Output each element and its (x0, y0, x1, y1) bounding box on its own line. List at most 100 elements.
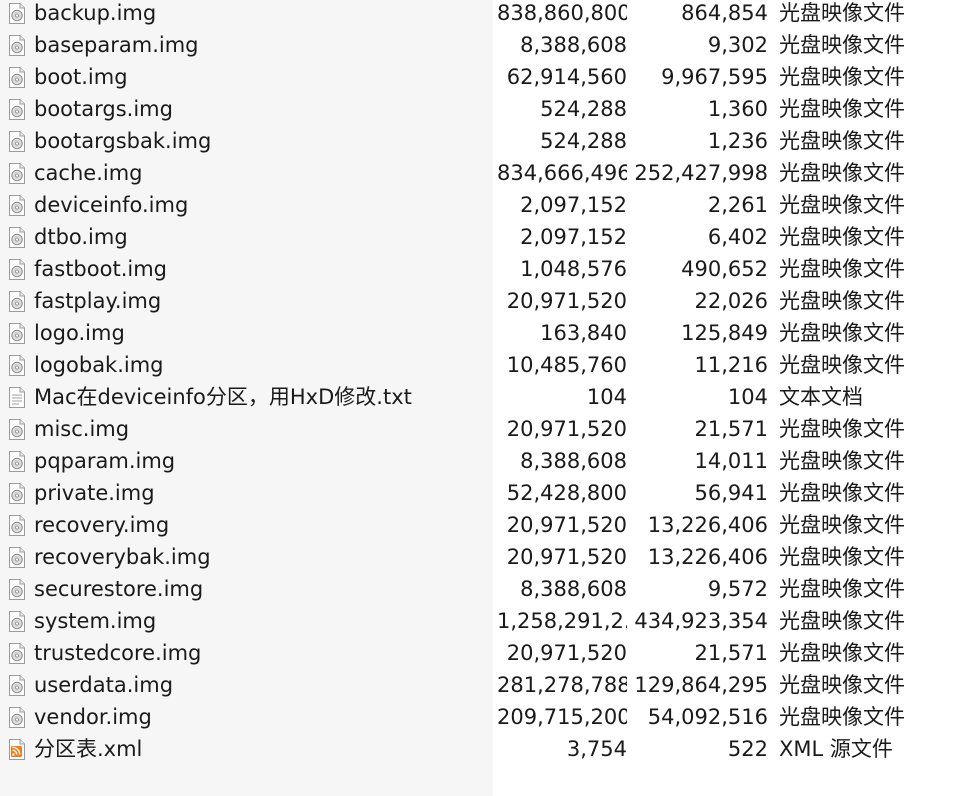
file-type: 光盘映像文件 (779, 289, 905, 313)
file-compressed-size: 129,864,295 (634, 673, 768, 697)
file-compressed-size: 9,302 (707, 33, 768, 57)
file-compressed-size: 6,402 (707, 225, 768, 249)
file-compressed-size: 54,092,516 (647, 705, 768, 729)
file-size: 20,971,520 (506, 641, 627, 665)
file-row[interactable]: logobak.img 10,485,760 11,216 光盘映像文件 (0, 349, 978, 381)
file-size: 8,388,608 (520, 577, 627, 601)
file-row[interactable]: backup.img 838,860,800 864,854 光盘映像文件 (0, 0, 978, 29)
file-type: 光盘映像文件 (779, 65, 905, 89)
file-row[interactable]: misc.img 20,971,520 21,571 光盘映像文件 (0, 413, 978, 445)
file-type: 光盘映像文件 (779, 193, 905, 217)
file-row[interactable]: bootargsbak.img 524,288 1,236 光盘映像文件 (0, 125, 978, 157)
file-name: cache.img (34, 161, 143, 185)
file-size: 20,971,520 (506, 417, 627, 441)
file-compressed-size: 21,571 (694, 417, 768, 441)
file-compressed-size: 2,261 (707, 193, 768, 217)
file-name: securestore.img (34, 577, 204, 601)
file-name: recovery.img (34, 513, 170, 537)
file-type: 光盘映像文件 (779, 609, 905, 633)
file-row[interactable]: recovery.img 20,971,520 13,226,406 光盘映像文件 (0, 509, 978, 541)
file-row[interactable]: logo.img 163,840 125,849 光盘映像文件 (0, 317, 978, 349)
file-row[interactable]: system.img 1,258,291,2... 434,923,354 光盘映像文… (0, 605, 978, 637)
file-row[interactable]: dtbo.img 2,097,152 6,402 光盘映像文件 (0, 221, 978, 253)
file-type: 光盘映像文件 (779, 449, 905, 473)
file-name: logobak.img (34, 353, 164, 377)
file-type: 光盘映像文件 (779, 225, 905, 249)
file-compressed-size: 13,226,406 (647, 545, 768, 569)
file-size: 524,288 (540, 129, 627, 153)
file-row[interactable]: trustedcore.img 20,971,520 21,571 光盘映像文件 (0, 637, 978, 669)
file-row[interactable]: vendor.img 209,715,200 54,092,516 光盘映像文件 (0, 701, 978, 733)
file-name: private.img (34, 481, 155, 505)
file-size: 2,097,152 (520, 193, 627, 217)
file-type: 光盘映像文件 (779, 513, 905, 537)
file-compressed-size: 9,572 (707, 577, 768, 601)
file-row[interactable]: private.img 52,428,800 56,941 光盘映像文件 (0, 477, 978, 509)
file-type: 光盘映像文件 (779, 129, 905, 153)
file-compressed-size: 14,011 (694, 449, 768, 473)
file-row[interactable]: deviceinfo.img 2,097,152 2,261 光盘映像文件 (0, 189, 978, 221)
file-type: 光盘映像文件 (779, 353, 905, 377)
file-compressed-size: 125,849 (681, 321, 768, 345)
file-size: 834,666,496 (497, 161, 627, 185)
file-compressed-size: 1,236 (707, 129, 768, 153)
file-type: 光盘映像文件 (779, 481, 905, 505)
file-name: Mac在deviceinfo分区，用HxD修改.txt (34, 385, 412, 409)
xml-feed-file-icon (8, 739, 26, 771)
file-size: 20,971,520 (506, 513, 627, 537)
file-name: dtbo.img (34, 225, 128, 249)
file-name: recoverybak.img (34, 545, 211, 569)
file-name: logo.img (34, 321, 125, 345)
file-size: 20,971,520 (506, 289, 627, 313)
file-size: 20,971,520 (506, 545, 627, 569)
file-type: 文本文档 (779, 385, 863, 409)
file-size: 2,097,152 (520, 225, 627, 249)
file-compressed-size: 22,026 (694, 289, 768, 313)
file-name: boot.img (34, 65, 128, 89)
file-list[interactable]: backup.img 838,860,800 864,854 光盘映像文件 basep… (0, 0, 978, 765)
file-row[interactable]: userdata.img 281,278,788 129,864,295 光盘映像文件 (0, 669, 978, 701)
file-compressed-size: 104 (727, 385, 768, 409)
file-row[interactable]: bootargs.img 524,288 1,360 光盘映像文件 (0, 93, 978, 125)
file-size: 8,388,608 (520, 449, 627, 473)
file-type: 光盘映像文件 (779, 577, 905, 601)
file-size: 3,754 (566, 737, 627, 761)
file-compressed-size: 522 (727, 737, 768, 761)
file-name: pqparam.img (34, 449, 176, 473)
file-name: system.img (34, 609, 157, 633)
file-row[interactable]: fastplay.img 20,971,520 22,026 光盘映像文件 (0, 285, 978, 317)
file-type: 光盘映像文件 (779, 257, 905, 281)
file-name: trustedcore.img (34, 641, 202, 665)
file-row[interactable]: pqparam.img 8,388,608 14,011 光盘映像文件 (0, 445, 978, 477)
file-row[interactable]: recoverybak.img 20,971,520 13,226,406 光盘映像文… (0, 541, 978, 573)
file-name: backup.img (34, 1, 157, 25)
file-compressed-size: 9,967,595 (661, 65, 768, 89)
file-name: userdata.img (34, 673, 174, 697)
file-row[interactable]: securestore.img 8,388,608 9,572 光盘映像文件 (0, 573, 978, 605)
file-size: 281,278,788 (497, 673, 627, 697)
file-name: bootargs.img (34, 97, 173, 121)
file-type: 光盘映像文件 (779, 545, 905, 569)
file-name: 分区表.xml (34, 737, 143, 761)
file-type: 光盘映像文件 (779, 161, 905, 185)
file-row[interactable]: cache.img 834,666,496 252,427,998 光盘映像文件 (0, 157, 978, 189)
file-type: XML 源文件 (779, 737, 893, 761)
file-size: 838,860,800 (497, 1, 627, 25)
file-type: 光盘映像文件 (779, 673, 905, 697)
file-size: 52,428,800 (506, 481, 627, 505)
file-row[interactable]: fastboot.img 1,048,576 490,652 光盘映像文件 (0, 253, 978, 285)
file-size: 10,485,760 (506, 353, 627, 377)
file-compressed-size: 11,216 (694, 353, 768, 377)
file-type: 光盘映像文件 (779, 33, 905, 57)
file-row[interactable]: Mac在deviceinfo分区，用HxD修改.txt 104 104 文本文档 (0, 381, 978, 413)
file-name: deviceinfo.img (34, 193, 189, 217)
file-row[interactable]: baseparam.img 8,388,608 9,302 光盘映像文件 (0, 29, 978, 61)
file-compressed-size: 56,941 (694, 481, 768, 505)
file-name: baseparam.img (34, 33, 199, 57)
file-row[interactable]: boot.img 62,914,560 9,967,595 光盘映像文件 (0, 61, 978, 93)
file-name: misc.img (34, 417, 130, 441)
file-row[interactable]: 分区表.xml 3,754 522 XML 源文件 (0, 733, 978, 765)
file-size: 524,288 (540, 97, 627, 121)
file-compressed-size: 490,652 (681, 257, 768, 281)
file-compressed-size: 13,226,406 (647, 513, 768, 537)
